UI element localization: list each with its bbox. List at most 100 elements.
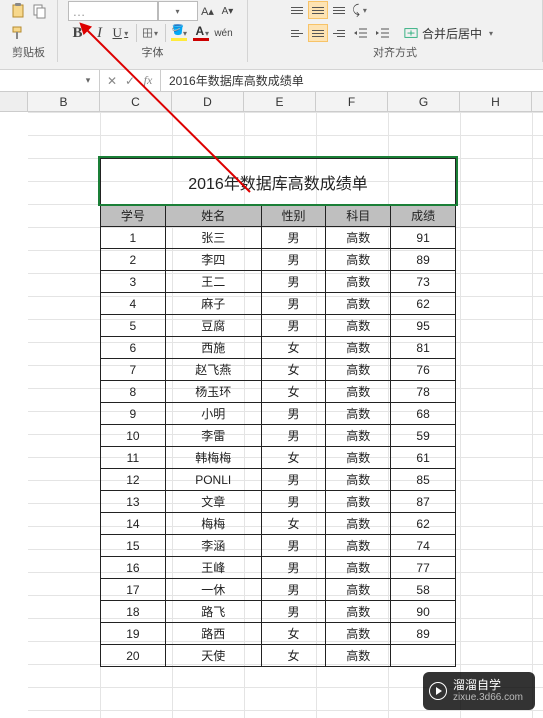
table-title-cell[interactable]: 2016年数据库高数成绩单 (100, 158, 456, 204)
table-cell[interactable]: 男 (261, 491, 326, 513)
table-cell[interactable]: 5 (101, 315, 166, 337)
table-cell[interactable]: 高数 (326, 227, 391, 249)
table-cell[interactable]: 天使 (165, 645, 261, 667)
table-cell[interactable]: 12 (101, 469, 166, 491)
paste-icon[interactable] (8, 1, 28, 21)
table-cell[interactable]: 3 (101, 271, 166, 293)
format-painter-icon[interactable] (8, 23, 28, 43)
table-row[interactable]: 15李涵男高数74 (101, 535, 456, 557)
table-cell[interactable]: 58 (391, 579, 456, 601)
table-cell[interactable]: 男 (261, 227, 326, 249)
table-cell[interactable]: 高数 (326, 403, 391, 425)
table-cell[interactable]: 11 (101, 447, 166, 469)
table-cell[interactable]: 男 (261, 425, 326, 447)
table-cell[interactable]: 杨玉环 (165, 381, 261, 403)
table-cell[interactable]: 7 (101, 359, 166, 381)
column-header[interactable]: D (172, 92, 244, 111)
table-cell[interactable]: 路飞 (165, 601, 261, 623)
column-header[interactable]: B (28, 92, 100, 111)
table-cell[interactable]: 男 (261, 469, 326, 491)
table-cell[interactable]: 高数 (326, 271, 391, 293)
table-cell[interactable]: 男 (261, 535, 326, 557)
table-cell[interactable]: 高数 (326, 579, 391, 601)
table-header-cell[interactable]: 姓名 (165, 205, 261, 227)
table-cell[interactable]: 路西 (165, 623, 261, 645)
table-cell[interactable]: 男 (261, 557, 326, 579)
font-size-select[interactable]: ▾ (158, 1, 198, 21)
table-cell[interactable]: 王峰 (165, 557, 261, 579)
table-cell[interactable]: 16 (101, 557, 166, 579)
copy-icon[interactable] (30, 1, 50, 21)
decrease-indent-button[interactable] (351, 23, 371, 43)
table-cell[interactable]: 高数 (326, 623, 391, 645)
align-center-button[interactable] (308, 24, 328, 42)
table-cell[interactable]: 1 (101, 227, 166, 249)
table-cell[interactable]: 73 (391, 271, 456, 293)
table-cell[interactable]: 高数 (326, 425, 391, 447)
table-cell[interactable]: 77 (391, 557, 456, 579)
table-cell[interactable]: 17 (101, 579, 166, 601)
table-row[interactable]: 7赵飞燕女高数76 (101, 359, 456, 381)
table-row[interactable]: 9小明男高数68 (101, 403, 456, 425)
column-header[interactable]: E (244, 92, 316, 111)
table-cell[interactable]: 女 (261, 513, 326, 535)
table-row[interactable]: 10李雷男高数59 (101, 425, 456, 447)
table-cell[interactable] (391, 645, 456, 667)
table-cell[interactable]: 麻子 (165, 293, 261, 315)
name-box[interactable]: ▾ (0, 70, 100, 92)
table-cell[interactable]: 14 (101, 513, 166, 535)
table-row[interactable]: 5豆腐男高数95 (101, 315, 456, 337)
font-color-button[interactable]: A▾ (192, 23, 212, 43)
table-cell[interactable]: 90 (391, 601, 456, 623)
table-cell[interactable]: 61 (391, 447, 456, 469)
table-cell[interactable]: 男 (261, 601, 326, 623)
table-cell[interactable]: 高数 (326, 557, 391, 579)
table-cell[interactable]: 89 (391, 249, 456, 271)
spreadsheet-grid[interactable]: BCDEFGH 2016年数据库高数成绩单 学号姓名性别科目成绩 1张三男高数9… (0, 92, 543, 718)
table-cell[interactable]: 女 (261, 645, 326, 667)
table-cell[interactable]: 一休 (165, 579, 261, 601)
table-cell[interactable]: 68 (391, 403, 456, 425)
table-cell[interactable]: 张三 (165, 227, 261, 249)
select-all-corner[interactable] (0, 92, 28, 111)
table-cell[interactable]: 李雷 (165, 425, 261, 447)
table-cell[interactable]: 8 (101, 381, 166, 403)
increase-indent-button[interactable] (373, 23, 393, 43)
bold-button[interactable]: B (68, 23, 88, 43)
table-cell[interactable]: 高数 (326, 315, 391, 337)
table-cell[interactable]: 78 (391, 381, 456, 403)
table-row[interactable]: 16王峰男高数77 (101, 557, 456, 579)
table-cell[interactable]: 4 (101, 293, 166, 315)
font-name-select[interactable]: … (68, 1, 158, 21)
increase-font-icon[interactable]: A▴ (198, 1, 218, 21)
table-row[interactable]: 14梅梅女高数62 (101, 513, 456, 535)
table-cell[interactable]: 95 (391, 315, 456, 337)
italic-button[interactable]: I (90, 23, 110, 43)
table-cell[interactable]: 18 (101, 601, 166, 623)
table-cell[interactable]: 女 (261, 337, 326, 359)
table-row[interactable]: 11韩梅梅女高数61 (101, 447, 456, 469)
table-cell[interactable]: 87 (391, 491, 456, 513)
column-header[interactable]: F (316, 92, 388, 111)
table-cell[interactable]: 10 (101, 425, 166, 447)
table-cell[interactable]: 62 (391, 293, 456, 315)
table-row[interactable]: 3王二男高数73 (101, 271, 456, 293)
table-cell[interactable]: 男 (261, 293, 326, 315)
table-cell[interactable]: 高数 (326, 535, 391, 557)
table-cell[interactable]: 74 (391, 535, 456, 557)
table-header-cell[interactable]: 学号 (101, 205, 166, 227)
align-bottom-button[interactable] (329, 1, 349, 19)
table-cell[interactable]: 81 (391, 337, 456, 359)
table-row[interactable]: 20天使女高数 (101, 645, 456, 667)
table-row[interactable]: 8杨玉环女高数78 (101, 381, 456, 403)
table-cell[interactable]: 19 (101, 623, 166, 645)
table-cell[interactable]: 西施 (165, 337, 261, 359)
table-cell[interactable]: 高数 (326, 601, 391, 623)
table-row[interactable]: 18路飞男高数90 (101, 601, 456, 623)
table-cell[interactable]: 6 (101, 337, 166, 359)
table-row[interactable]: 19路西女高数89 (101, 623, 456, 645)
table-row[interactable]: 2李四男高数89 (101, 249, 456, 271)
table-cell[interactable]: 59 (391, 425, 456, 447)
table-cell[interactable]: 62 (391, 513, 456, 535)
align-top-button[interactable] (287, 1, 307, 19)
